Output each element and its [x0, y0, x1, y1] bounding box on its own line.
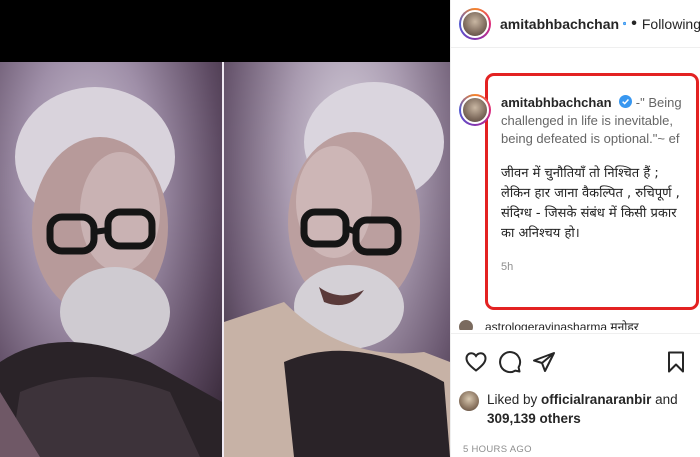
likes-and: and: [651, 392, 678, 407]
comment-icon: [499, 350, 522, 373]
like-button[interactable]: [459, 345, 493, 379]
caption: amitabhbachchan -" Being challenged in l…: [459, 94, 695, 276]
comment-button[interactable]: [493, 345, 527, 379]
liker-username[interactable]: officialranaranbir: [541, 392, 651, 407]
likes-count[interactable]: 309,139 others: [487, 411, 581, 426]
heart-icon: [465, 351, 487, 372]
bookmark-icon: [668, 351, 684, 372]
portrait-illustration-left: [0, 87, 222, 457]
likes-summary: Liked by officialranaranbir and 309,139 …: [459, 390, 699, 428]
comment-text: astrologeravinasharma मनोहर: [485, 320, 639, 330]
caption-body: amitabhbachchan -" Being challenged in l…: [501, 94, 691, 276]
separator-dot: •: [631, 14, 637, 32]
caption-hindi: जीवन में चुनौतियाँ तो निश्चित हैं ; लेकि…: [501, 166, 680, 241]
photo-panel-left: [0, 62, 222, 457]
image-letterbox: [0, 0, 450, 62]
avatar[interactable]: [459, 7, 491, 40]
likes-prefix: Liked by: [487, 392, 542, 407]
post-side-panel: amitabhbachchan • Following amitabhbachc…: [450, 0, 700, 457]
caption-time: 5h: [501, 261, 514, 273]
comment-peek: astrologeravinasharma मनोहर: [459, 318, 699, 330]
photo-panel-right: [224, 62, 450, 457]
post-image[interactable]: [0, 0, 450, 457]
portrait-illustration-right: [224, 82, 450, 457]
comment-avatar[interactable]: [459, 320, 473, 330]
post-username[interactable]: amitabhbachchan: [500, 16, 619, 32]
following-button[interactable]: Following: [642, 16, 700, 32]
post-header: amitabhbachchan • Following: [451, 0, 700, 48]
action-bar: [451, 333, 700, 389]
post-timestamp[interactable]: 5 HOURS AGO: [463, 444, 532, 455]
liker-avatar[interactable]: [459, 391, 479, 411]
save-button[interactable]: [659, 345, 693, 379]
likes-text: Liked by officialranaranbir and 309,139 …: [487, 390, 678, 428]
share-icon: [533, 351, 555, 372]
verified-badge-icon: [619, 95, 633, 108]
caption-username[interactable]: amitabhbachchan: [501, 95, 612, 110]
verified-badge-icon: [623, 21, 627, 26]
caption-avatar[interactable]: [459, 94, 491, 126]
share-button[interactable]: [527, 345, 561, 379]
